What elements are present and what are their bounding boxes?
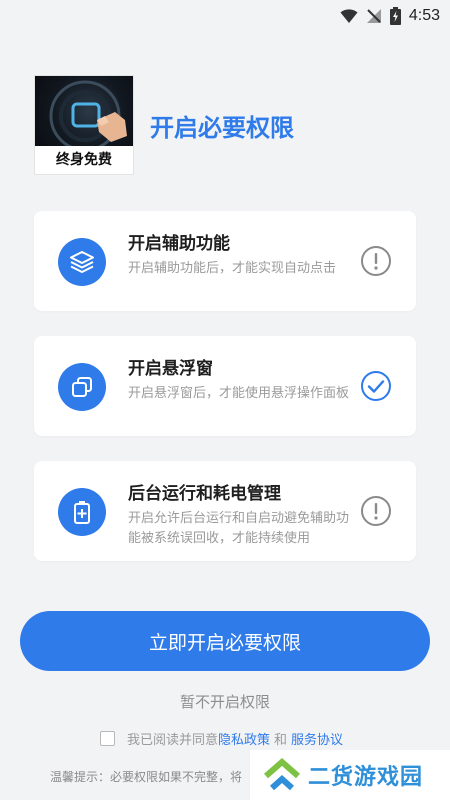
watermark-logo-icon	[264, 758, 300, 791]
warning-icon	[361, 496, 391, 526]
layers-icon	[58, 238, 106, 286]
permission-card-background-battery[interactable]: 后台运行和耗电管理 开启允许后台运行和自启动避免辅助功能被系统误回收，才能持续使…	[34, 461, 416, 561]
check-circle-icon	[361, 371, 391, 401]
permission-card-floating-window[interactable]: 开启悬浮窗 开启悬浮窗后，才能使用悬浮操作面板	[34, 336, 416, 436]
page-title: 开启必要权限	[150, 113, 294, 142]
agreement-row: 我已阅读并同意 隐私政策 和 服务协议	[100, 728, 343, 748]
agreement-prefix: 我已阅读并同意	[127, 732, 219, 748]
watermark-text: 二货游戏园	[308, 765, 424, 790]
page-header: 终身免费 开启必要权限	[34, 75, 294, 175]
agreement-and: 和	[274, 732, 288, 748]
logo-image	[35, 76, 133, 152]
permission-description: 开启辅助功能后，才能实现自动点击	[128, 261, 337, 276]
agreement-checkbox[interactable]	[100, 730, 115, 746]
status-icons: 4:53	[340, 6, 440, 26]
skip-permissions-link[interactable]: 暂不开启权限	[0, 691, 450, 712]
app-logo: 终身免费	[34, 75, 134, 175]
service-agreement-link[interactable]: 服务协议	[291, 729, 343, 748]
watermark: 二货游戏园	[250, 750, 450, 800]
permission-description: 开启允许后台运行和自启动避免辅助功能被系统误回收，才能持续使用	[128, 511, 350, 546]
wifi-icon	[340, 9, 358, 23]
no-signal-icon	[366, 9, 381, 23]
permission-title: 开启辅助功能	[128, 234, 230, 254]
battery-charging-icon	[389, 7, 401, 25]
permission-description: 开启悬浮窗后，才能使用悬浮操作面板	[128, 386, 350, 401]
enable-permissions-button[interactable]: 立即开启必要权限	[20, 611, 430, 671]
floating-window-icon	[58, 363, 106, 411]
privacy-policy-link[interactable]: 隐私政策	[218, 729, 270, 748]
permission-title: 开启悬浮窗	[128, 359, 213, 379]
tip-text: 温馨提示：必要权限如果不完整，将	[50, 770, 243, 784]
logo-caption: 终身免费	[35, 146, 133, 174]
permission-title: 后台运行和耗电管理	[128, 484, 281, 504]
warning-icon	[361, 246, 391, 276]
permission-card-accessibility[interactable]: 开启辅助功能 开启辅助功能后，才能实现自动点击	[34, 211, 416, 311]
status-bar: 4:53	[0, 0, 450, 32]
clock: 4:53	[408, 7, 440, 24]
battery-icon	[58, 488, 106, 536]
